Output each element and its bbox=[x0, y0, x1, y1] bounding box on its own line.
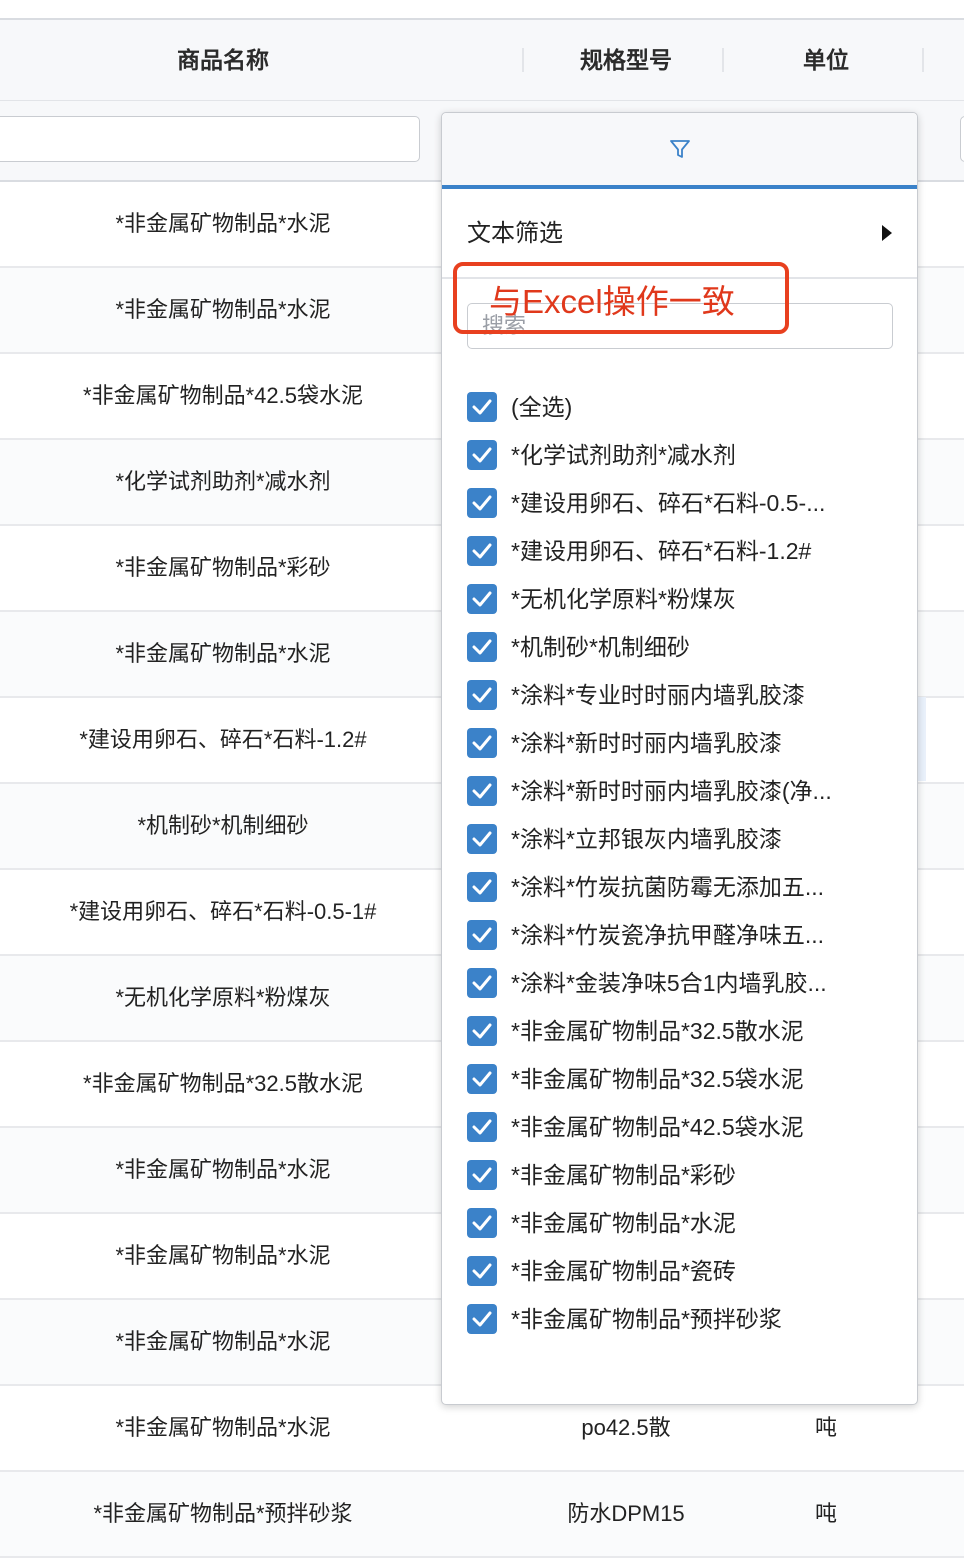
checkbox-checked-icon[interactable] bbox=[467, 968, 497, 998]
checkbox-checked-icon[interactable] bbox=[467, 1208, 497, 1238]
cell-product-name: *非金属矿物制品*32.5散水泥 bbox=[83, 1071, 363, 1096]
filter-value-label: *非金属矿物制品*32.5散水泥 bbox=[511, 1018, 804, 1044]
checkbox-checked-icon[interactable] bbox=[467, 440, 497, 470]
checkbox-checked-icon[interactable] bbox=[467, 1064, 497, 1094]
checkbox-checked-icon[interactable] bbox=[467, 632, 497, 662]
cell-product-name: *化学试剂助剂*减水剂 bbox=[115, 469, 331, 494]
column-header-unit[interactable]: 单位 bbox=[728, 20, 924, 100]
filter-value-label: *非金属矿物制品*彩砂 bbox=[511, 1162, 736, 1188]
cell-product-name: *非金属矿物制品*42.5袋水泥 bbox=[83, 383, 363, 408]
cell-product-name: *建设用卵石、碎石*石料-1.2# bbox=[79, 727, 367, 752]
checkbox-checked-icon[interactable] bbox=[467, 488, 497, 518]
cell-product-name: *非金属矿物制品*水泥 bbox=[115, 641, 331, 666]
filter-value-label: *非金属矿物制品*预拌砂浆 bbox=[511, 1306, 782, 1332]
checkbox-checked-icon[interactable] bbox=[467, 584, 497, 614]
checkbox-checked-icon[interactable] bbox=[467, 1304, 497, 1334]
filter-value-label: *化学试剂助剂*减水剂 bbox=[511, 442, 736, 468]
filter-value-label: *涂料*新时时丽内墙乳胶漆 bbox=[511, 730, 782, 756]
cell-product-name: *非金属矿物制品*彩砂 bbox=[115, 555, 331, 580]
filter-value-item[interactable]: *涂料*金装净味5合1内墙乳胶... bbox=[467, 959, 907, 1007]
column-resize-handle[interactable] bbox=[522, 48, 524, 72]
filter-value-item[interactable]: *非金属矿物制品*32.5散水泥 bbox=[467, 1007, 907, 1055]
filter-tab[interactable] bbox=[442, 113, 917, 189]
filter-value-label: *无机化学原料*粉煤灰 bbox=[511, 586, 736, 612]
checkbox-checked-icon[interactable] bbox=[467, 824, 497, 854]
checkbox-checked-icon[interactable] bbox=[467, 920, 497, 950]
unit-filter-input[interactable] bbox=[960, 116, 964, 162]
checkbox-checked-icon[interactable] bbox=[467, 536, 497, 566]
cell-product-name: *无机化学原料*粉煤灰 bbox=[115, 985, 331, 1010]
cell-product-name: *非金属矿物制品*预拌砂浆 bbox=[93, 1501, 353, 1526]
name-filter-input[interactable] bbox=[0, 116, 420, 162]
filter-value-label: *建设用卵石、碎石*石料-1.2# bbox=[511, 538, 812, 564]
filter-value-item[interactable]: *机制砂*机制细砂 bbox=[467, 623, 907, 671]
filter-value-item[interactable]: *涂料*专业时时丽内墙乳胶漆 bbox=[467, 671, 907, 719]
checkbox-checked-icon[interactable] bbox=[467, 1016, 497, 1046]
table-row[interactable]: *非金属矿物制品*预拌砂浆 防水DPM15 吨 bbox=[0, 1472, 964, 1558]
column-resize-handle[interactable] bbox=[722, 48, 724, 72]
select-all-item[interactable]: (全选) bbox=[467, 383, 907, 431]
filter-value-item[interactable]: *非金属矿物制品*瓷砖 bbox=[467, 1247, 907, 1295]
filter-value-item[interactable]: *非金属矿物制品*预拌砂浆 bbox=[467, 1295, 907, 1343]
filter-value-item[interactable]: *非金属矿物制品*彩砂 bbox=[467, 1151, 907, 1199]
cell-product-name: *非金属矿物制品*水泥 bbox=[115, 297, 331, 322]
funnel-icon bbox=[670, 140, 690, 158]
checkbox-checked-icon[interactable] bbox=[467, 872, 497, 902]
filter-value-label: *非金属矿物制品*32.5袋水泥 bbox=[511, 1066, 804, 1092]
filter-value-item[interactable]: *涂料*竹炭瓷净抗甲醛净味五... bbox=[467, 911, 907, 959]
filter-value-label: (全选) bbox=[511, 394, 573, 420]
filter-value-item[interactable]: *化学试剂助剂*减水剂 bbox=[467, 431, 907, 479]
checkbox-checked-icon[interactable] bbox=[467, 1256, 497, 1286]
column-header-name[interactable]: 商品名称 bbox=[0, 20, 446, 100]
filter-value-label: *涂料*立邦银灰内墙乳胶漆 bbox=[511, 826, 782, 852]
cell-product-name: *建设用卵石、碎石*石料-0.5-1# bbox=[69, 899, 377, 924]
column-header-spec[interactable]: 规格型号 bbox=[528, 20, 724, 100]
filter-value-label: *建设用卵石、碎石*石料-0.5-... bbox=[511, 490, 826, 516]
table-top-border bbox=[0, 0, 964, 20]
checkbox-checked-icon[interactable] bbox=[467, 1112, 497, 1142]
filter-value-label: *涂料*竹炭瓷净抗甲醛净味五... bbox=[511, 922, 825, 948]
filter-value-item[interactable]: *涂料*新时时丽内墙乳胶漆(净... bbox=[467, 767, 907, 815]
cell-product-name: *机制砂*机制细砂 bbox=[137, 813, 309, 838]
cell-product-name: *非金属矿物制品*水泥 bbox=[115, 211, 331, 236]
filter-value-item[interactable]: *涂料*竹炭抗菌防霉无添加五... bbox=[467, 863, 907, 911]
column-resize-handle[interactable] bbox=[922, 48, 924, 72]
cell-product-name: *非金属矿物制品*水泥 bbox=[115, 1329, 331, 1354]
filter-value-item[interactable]: *建设用卵石、碎石*石料-0.5-... bbox=[467, 479, 907, 527]
filter-value-label: *涂料*新时时丽内墙乳胶漆(净... bbox=[511, 778, 832, 804]
checkbox-checked-icon[interactable] bbox=[467, 392, 497, 422]
checkbox-checked-icon[interactable] bbox=[467, 680, 497, 710]
filter-value-item[interactable]: *建设用卵石、碎石*石料-1.2# bbox=[467, 527, 907, 575]
checkbox-checked-icon[interactable] bbox=[467, 776, 497, 806]
cell-unit: 吨 bbox=[814, 1501, 837, 1526]
filter-value-label: *非金属矿物制品*水泥 bbox=[511, 1210, 736, 1236]
filter-value-label: *非金属矿物制品*瓷砖 bbox=[511, 1258, 736, 1284]
table-header: 商品名称 规格型号 单位 bbox=[0, 20, 964, 101]
filter-value-label: *非金属矿物制品*42.5袋水泥 bbox=[511, 1114, 804, 1140]
filter-value-label: *涂料*专业时时丽内墙乳胶漆 bbox=[511, 682, 805, 708]
checkbox-checked-icon[interactable] bbox=[467, 1160, 497, 1190]
filter-value-label: *机制砂*机制细砂 bbox=[511, 634, 690, 660]
filter-value-label: *涂料*竹炭抗菌防霉无添加五... bbox=[511, 874, 825, 900]
filter-value-item[interactable]: *非金属矿物制品*32.5袋水泥 bbox=[467, 1055, 907, 1103]
filter-value-item[interactable]: *涂料*新时时丽内墙乳胶漆 bbox=[467, 719, 907, 767]
cell-product-name: *非金属矿物制品*水泥 bbox=[115, 1243, 331, 1268]
filter-value-item[interactable]: *非金属矿物制品*水泥 bbox=[467, 1199, 907, 1247]
filter-value-item[interactable]: *非金属矿物制品*42.5袋水泥 bbox=[467, 1103, 907, 1151]
submenu-arrow-icon bbox=[882, 225, 892, 241]
annotation-text: 与Excel操作一致 bbox=[489, 283, 735, 320]
checkbox-checked-icon[interactable] bbox=[467, 728, 497, 758]
annotation-box: 与Excel操作一致 bbox=[453, 262, 789, 334]
filter-value-item[interactable]: *无机化学原料*粉煤灰 bbox=[467, 575, 907, 623]
cell-spec: 防水DPM15 bbox=[567, 1501, 685, 1526]
filter-value-item[interactable]: *涂料*立邦银灰内墙乳胶漆 bbox=[467, 815, 907, 863]
cell-product-name: *非金属矿物制品*水泥 bbox=[115, 1415, 331, 1440]
cell-product-name: *非金属矿物制品*水泥 bbox=[115, 1157, 331, 1182]
filter-value-label: *涂料*金装净味5合1内墙乳胶... bbox=[511, 970, 827, 996]
